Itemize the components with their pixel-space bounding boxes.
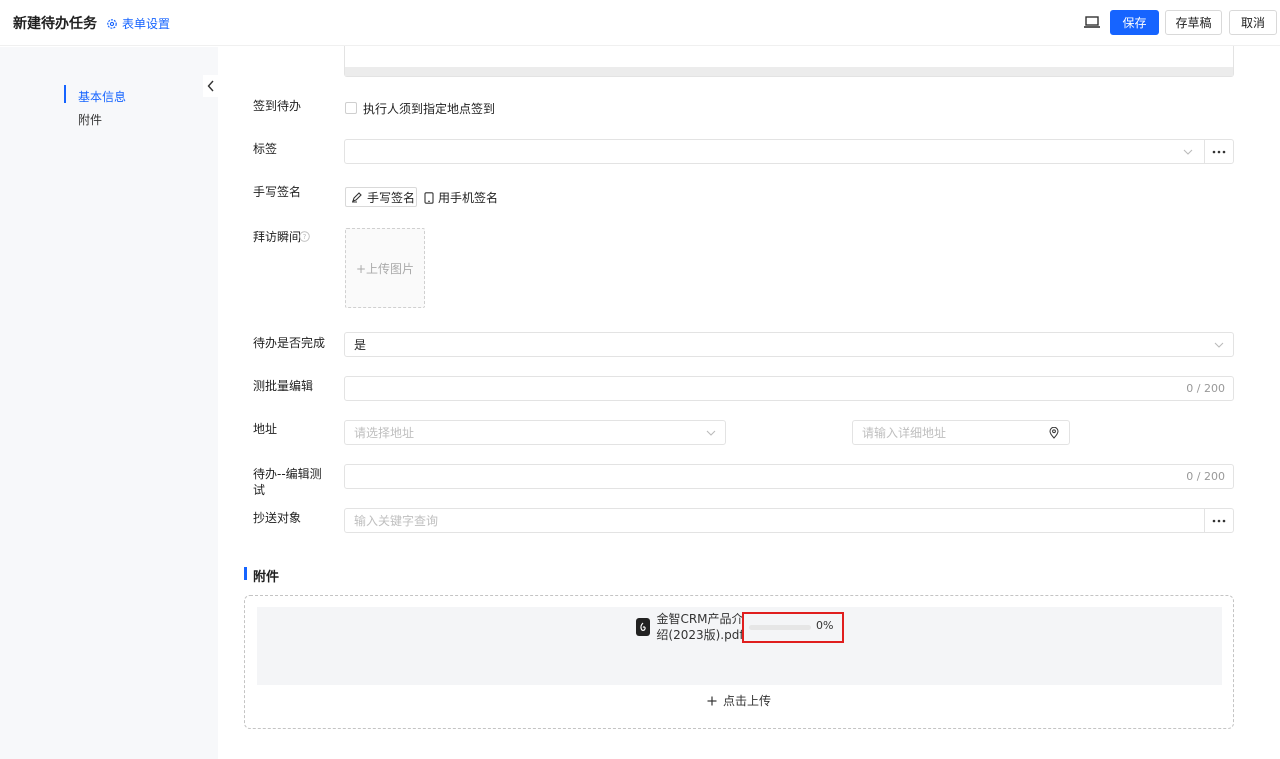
upload-progress-text: 0% — [816, 619, 834, 632]
signature-label: 手写签名 — [253, 185, 302, 199]
address-detail-placeholder: 请输入详细地址 — [862, 426, 947, 440]
page-title: 新建待办任务 — [13, 16, 97, 32]
phone-icon — [424, 191, 434, 204]
page-header: 新建待办任务 表单设置 保存 存草稿 取消 — [0, 0, 1280, 46]
todo-edit-label: 待办--编辑测试 — [253, 467, 322, 497]
textarea-field[interactable] — [344, 46, 1234, 77]
batch-edit-label: 测批量编辑 — [253, 379, 314, 393]
more-icon — [1212, 150, 1226, 153]
sidebar-item-basic-info[interactable]: 基本信息 — [78, 88, 126, 105]
attachment-dropzone[interactable]: 金智CRM产品介绍(2023版).pdf 点击上传 — [244, 595, 1234, 729]
file-list-item: 金智CRM产品介绍(2023版).pdf — [257, 607, 1222, 685]
laptop-icon[interactable] — [1083, 14, 1101, 30]
section-indicator — [244, 567, 247, 580]
tags-select[interactable] — [344, 139, 1206, 164]
upload-image-button[interactable]: +上传图片 — [345, 228, 425, 308]
address-select-placeholder: 请选择地址 — [354, 426, 415, 440]
cc-placeholder: 输入关键字查询 — [354, 514, 439, 528]
tags-label: 标签 — [253, 142, 278, 156]
batch-edit-input[interactable]: 0 / 200 — [344, 376, 1234, 401]
tags-more-button[interactable] — [1204, 139, 1234, 164]
file-name: 金智CRM产品介绍(2023版).pdf — [656, 612, 744, 642]
upload-progress-bar — [749, 625, 811, 630]
chevron-down-icon — [1183, 149, 1193, 155]
cancel-button[interactable]: 取消 — [1229, 10, 1277, 35]
pen-icon — [352, 192, 362, 203]
sidebar: 基本信息 附件 — [0, 47, 219, 759]
upload-progress-highlight: 0% — [742, 612, 844, 643]
svg-text:?: ? — [303, 233, 307, 241]
collapse-sidebar-button[interactable] — [203, 75, 219, 97]
checkin-option-label: 执行人须到指定地点签到 — [363, 102, 496, 116]
phone-signature-button[interactable]: 用手机签名 — [424, 189, 498, 206]
sidebar-item-attachments[interactable]: 附件 — [78, 111, 102, 128]
cc-search-input[interactable]: 输入关键字查询 — [344, 508, 1206, 533]
handwrite-signature-button[interactable]: 手写签名 — [345, 187, 417, 207]
address-label: 地址 — [253, 422, 278, 436]
address-select[interactable]: 请选择地址 — [344, 420, 726, 445]
gear-icon — [107, 18, 117, 29]
pdf-file-icon — [636, 618, 650, 636]
active-indicator — [64, 85, 66, 103]
done-select[interactable]: 是 — [344, 332, 1234, 357]
save-draft-button[interactable]: 存草稿 — [1165, 10, 1222, 35]
cc-label: 抄送对象 — [253, 511, 302, 525]
visit-moment-label: 拜访瞬间 — [253, 230, 302, 244]
cc-more-button[interactable] — [1204, 508, 1234, 533]
form-settings-link[interactable]: 表单设置 — [106, 15, 170, 32]
done-label: 待办是否完成 — [253, 336, 326, 350]
click-upload-label: 点击上传 — [722, 694, 771, 708]
todo-edit-counter: 0 / 200 — [1186, 470, 1225, 483]
done-value: 是 — [354, 338, 367, 352]
form-settings-label: 表单设置 — [122, 17, 171, 31]
chevron-left-icon — [207, 80, 214, 92]
chevron-down-icon — [706, 430, 716, 436]
more-icon — [1212, 519, 1226, 522]
batch-edit-counter: 0 / 200 — [1186, 382, 1225, 395]
help-icon[interactable]: ? — [299, 231, 310, 242]
attachments-section-title: 附件 — [253, 570, 280, 585]
location-pin-icon[interactable] — [1049, 427, 1059, 439]
phone-signature-label: 用手机签名 — [438, 191, 499, 205]
checkin-checkbox[interactable] — [345, 102, 357, 114]
save-button[interactable]: 保存 — [1110, 10, 1159, 35]
handwrite-signature-label: 手写签名 — [367, 190, 416, 205]
chevron-down-icon — [1214, 342, 1224, 348]
todo-edit-input[interactable]: 0 / 200 — [344, 464, 1234, 489]
checkin-label: 签到待办 — [253, 99, 302, 113]
address-detail-input[interactable]: 请输入详细地址 — [852, 420, 1070, 445]
click-upload-button[interactable]: 点击上传 — [245, 692, 1233, 709]
plus-icon — [707, 696, 717, 705]
